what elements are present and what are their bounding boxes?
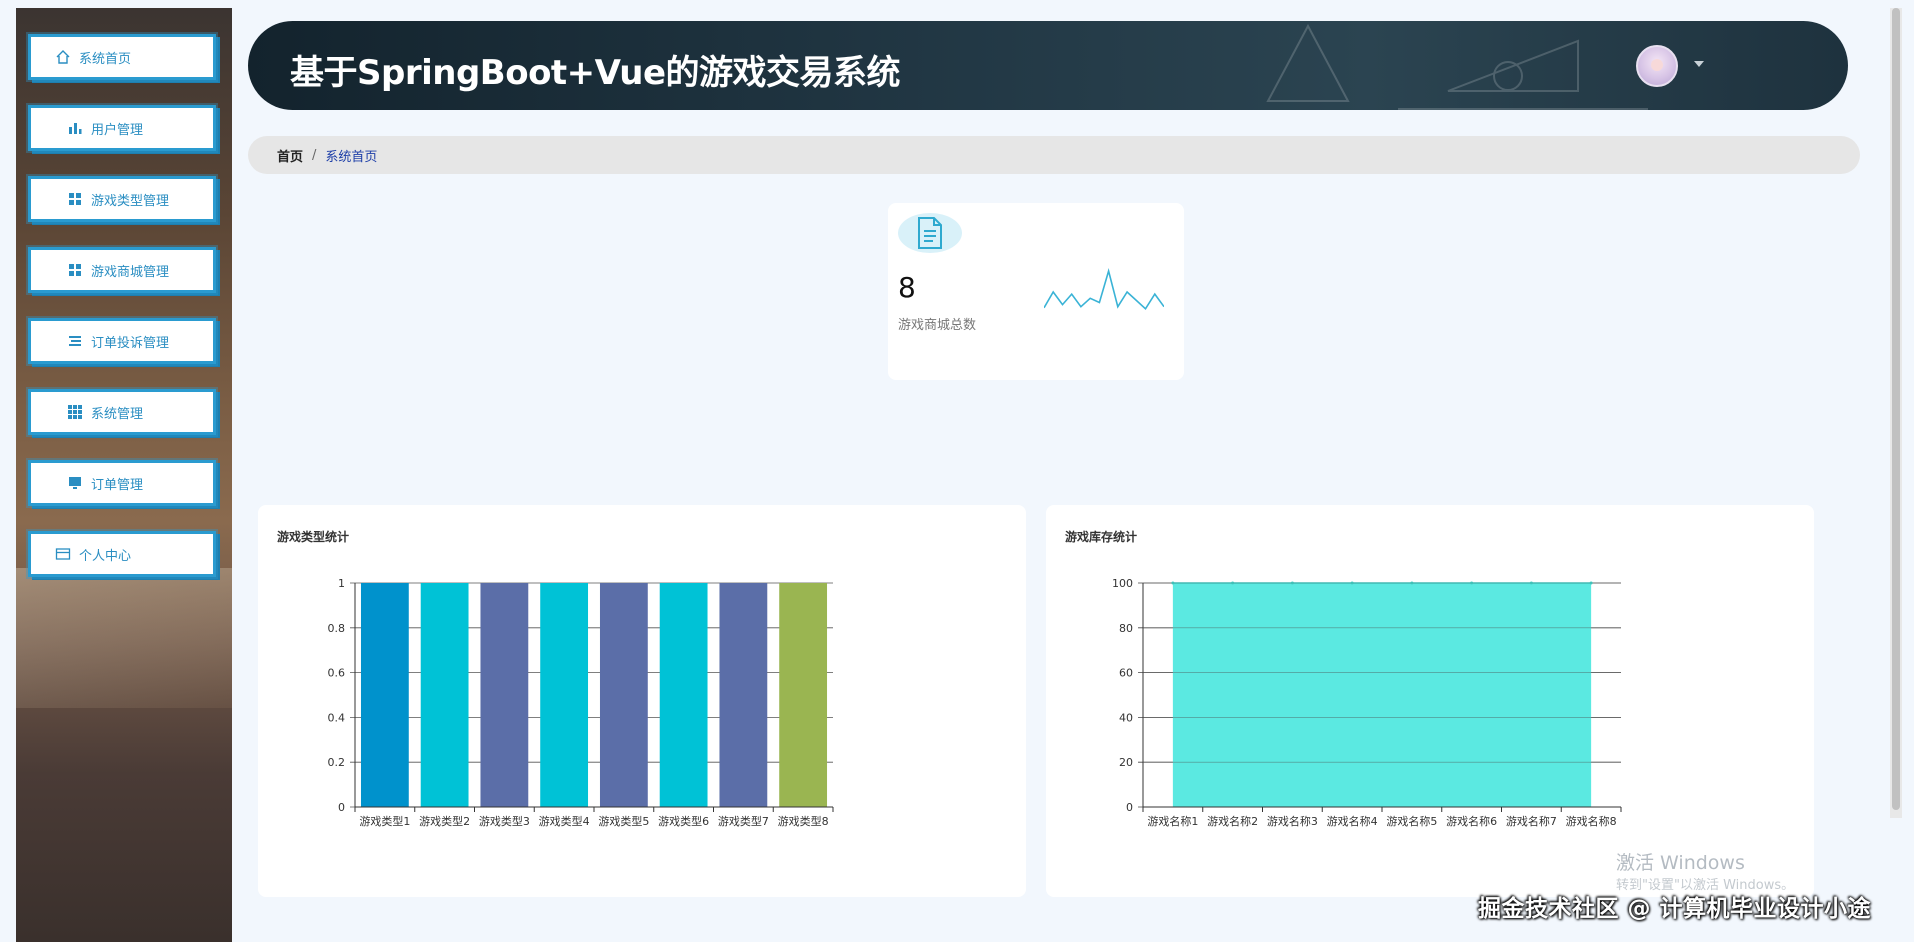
- breadcrumb: 首页 / 系统首页: [248, 136, 1860, 174]
- x-tick-label: 游戏类型3: [479, 814, 530, 828]
- x-tick-label: 游戏名称6: [1446, 814, 1497, 828]
- sidebar-item-complaints[interactable]: 订单投诉管理: [28, 318, 216, 364]
- app-title: 基于SpringBoot+Vue的游戏交易系统: [290, 53, 901, 93]
- chart-panel-game-types: 游戏类型统计 0 0.2 0.4 0.6 0.8 1 游戏类型1 游戏类型2 游戏类型3 游戏类型…: [258, 505, 1026, 897]
- bar[interactable]: [420, 583, 469, 807]
- chart-panel-game-stock: 游戏库存统计 0 20 40 60 80 100 游戏名称1 游戏名称2 游戏名称3 游戏名称4 游…: [1046, 505, 1814, 897]
- sparkline-line: [1044, 267, 1164, 311]
- bar[interactable]: [360, 583, 409, 807]
- list-icon: [67, 333, 83, 349]
- x-tick-label: 游戏类型1: [359, 814, 410, 828]
- x-tick-label: 游戏类型8: [778, 814, 829, 828]
- y-tick-label: 0.4: [328, 711, 346, 724]
- bar-chart-icon: [67, 120, 83, 136]
- scrollbar[interactable]: [1890, 8, 1902, 818]
- sidebar: 系统首页 用户管理 游戏类型管理 游戏商城管理 订单投诉管理 系统管理 订单管理…: [16, 8, 232, 942]
- sidebar-item-label: 个人中心: [79, 548, 132, 564]
- y-tick-label: 0.2: [328, 756, 346, 769]
- sidebar-item-label: 系统首页: [79, 51, 132, 67]
- x-tick-label: 游戏名称2: [1207, 814, 1258, 828]
- y-tick-label: 1: [338, 577, 345, 590]
- home-icon: [55, 49, 71, 65]
- bar[interactable]: [719, 583, 768, 807]
- area-fill: [1172, 583, 1592, 807]
- x-tick-label: 游戏名称8: [1566, 814, 1617, 828]
- credit-watermark: 掘金技术社区 @ 计算机毕业设计小途: [1478, 896, 1872, 922]
- breadcrumb-home[interactable]: 首页: [277, 146, 303, 165]
- avatar[interactable]: [1636, 45, 1678, 87]
- scrollbar-thumb[interactable]: [1892, 8, 1900, 810]
- chevron-down-icon[interactable]: [1694, 61, 1704, 67]
- bar[interactable]: [540, 583, 589, 807]
- monitor-icon: [67, 475, 83, 491]
- sidebar-item-orders[interactable]: 订单管理: [28, 460, 216, 506]
- breadcrumb-current: 系统首页: [325, 149, 378, 165]
- x-tick-label: 游戏类型7: [718, 814, 769, 828]
- y-tick-label: 80: [1119, 622, 1133, 635]
- sidebar-item-home[interactable]: 系统首页: [28, 34, 216, 80]
- x-tick-label: 游戏类型5: [598, 814, 649, 828]
- area-chart: 0 20 40 60 80 100 游戏名称1 游戏名称2 游戏名称3 游戏名称4 游戏名称5 游戏名…: [1112, 577, 1622, 828]
- breadcrumb-separator: /: [312, 147, 317, 163]
- bar-chart: 0 0.2 0.4 0.6 0.8 1 游戏类型1 游戏类型2 游戏类型3 游戏类型4 游戏类型5 游…: [328, 577, 834, 828]
- bar[interactable]: [779, 583, 828, 807]
- card-icon: [55, 546, 71, 562]
- sidebar-item-label: 订单投诉管理: [91, 335, 170, 351]
- x-tick-label: 游戏类型6: [658, 814, 709, 828]
- sidebar-item-game-store[interactable]: 游戏商城管理: [28, 247, 216, 293]
- bar[interactable]: [480, 583, 529, 807]
- y-tick-label: 0.8: [328, 622, 346, 635]
- x-tick-label: 游戏名称7: [1506, 814, 1557, 828]
- x-tick-label: 游戏名称3: [1267, 814, 1318, 828]
- sidebar-item-system[interactable]: 系统管理: [28, 389, 216, 435]
- stat-icon-badge: [898, 213, 962, 253]
- sidebar-item-game-types[interactable]: 游戏类型管理: [28, 176, 216, 222]
- apps-icon: [67, 404, 83, 420]
- bar[interactable]: [659, 583, 708, 807]
- y-tick-label: 20: [1119, 756, 1133, 769]
- y-tick-label: 0: [1126, 801, 1133, 814]
- stat-value: 8: [898, 271, 916, 304]
- y-tick-label: 40: [1119, 711, 1133, 724]
- x-tick-label: 游戏类型2: [419, 814, 470, 828]
- app-header: 基于SpringBoot+Vue的游戏交易系统: [248, 21, 1848, 110]
- sidebar-item-users[interactable]: 用户管理: [28, 105, 216, 151]
- sidebar-item-label: 游戏商城管理: [91, 264, 170, 280]
- stat-label: 游戏商城总数: [898, 318, 977, 333]
- y-tick-label: 100: [1112, 577, 1133, 590]
- sidebar-item-label: 用户管理: [91, 122, 144, 138]
- stat-card-game-store-total: 8 游戏商城总数: [888, 203, 1184, 380]
- x-tick-label: 游戏名称5: [1386, 814, 1437, 828]
- document-icon: [918, 217, 942, 249]
- grid-icon: [67, 191, 83, 207]
- chalkboard-decoration: [1266, 23, 1648, 110]
- y-tick-label: 60: [1119, 667, 1133, 680]
- x-tick-label: 游戏名称4: [1327, 814, 1378, 828]
- sidebar-item-profile[interactable]: 个人中心: [28, 531, 216, 577]
- sidebar-item-label: 游戏类型管理: [91, 193, 170, 209]
- x-tick-label: 游戏名称1: [1147, 814, 1198, 828]
- y-tick-label: 0.6: [328, 667, 346, 680]
- sidebar-item-label: 系统管理: [91, 406, 144, 422]
- grid-icon: [67, 262, 83, 278]
- windows-activation-title: 激活 Windows: [1616, 852, 1745, 874]
- sparkline: [1044, 267, 1164, 311]
- bar[interactable]: [599, 583, 648, 807]
- y-tick-label: 0: [338, 801, 345, 814]
- sidebar-item-label: 订单管理: [91, 477, 144, 493]
- x-tick-label: 游戏类型4: [539, 814, 590, 828]
